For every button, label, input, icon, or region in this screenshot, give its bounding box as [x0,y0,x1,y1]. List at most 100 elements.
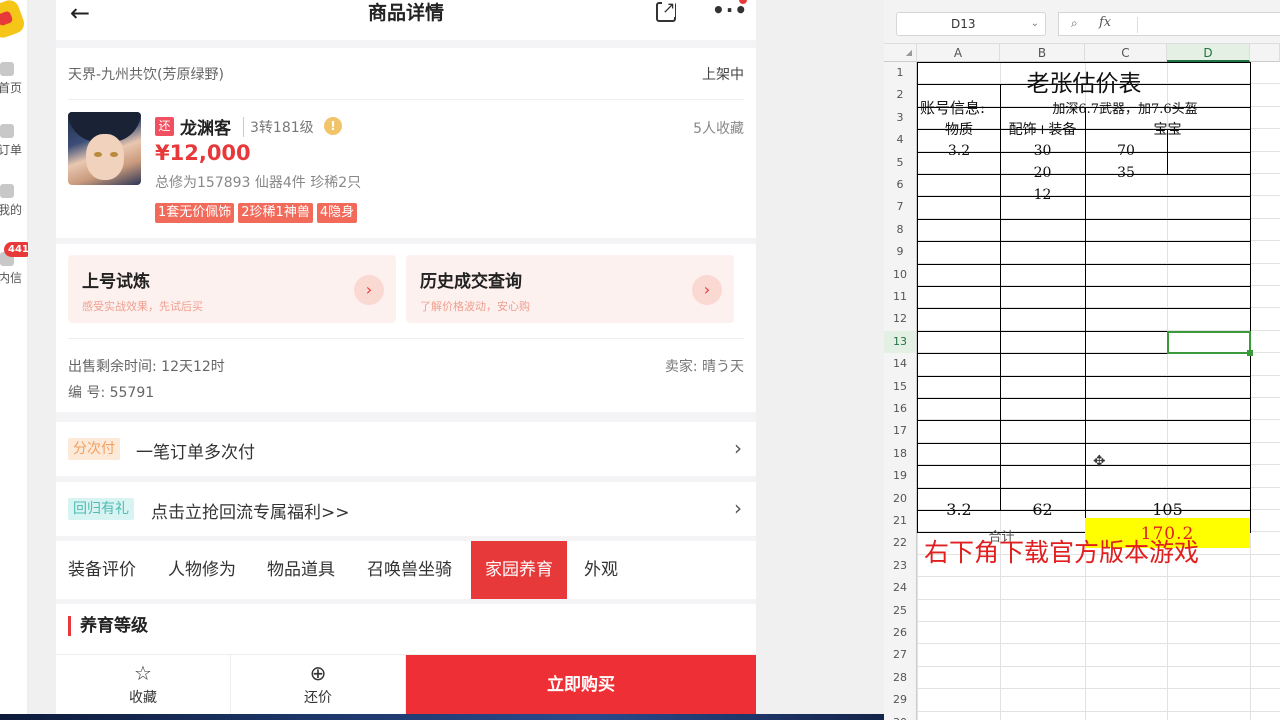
product-detail-panel: ← 商品详情 •·• 天界-九州共饮(芳原绿野) 上架中 还 龙渊客 3转181… [56,0,756,720]
header-pets[interactable]: 宝宝 [1085,119,1250,139]
cell-a4[interactable]: 3.2 [918,143,1000,159]
row-header-5[interactable]: 5 [884,151,917,174]
table-border [917,308,1251,310]
return-gift-row[interactable]: 回归有礼 点击立抢回流专属福利>> › [56,482,756,536]
row-header-29[interactable]: 29 [884,689,917,712]
installment-row[interactable]: 分次付 一笔订单多次付 › [56,422,756,476]
row-header-14[interactable]: 14 [884,353,917,376]
table-border [917,218,1251,220]
header-material[interactable]: 物质 [918,119,1000,139]
sidebar-item-label: 内信 [0,271,23,285]
column-header-d[interactable]: D [1167,44,1250,62]
trial-login-button[interactable]: 上号试炼 感受实战效果，先试后买 › [68,255,396,323]
app-logo-icon [0,0,27,41]
account-label[interactable]: 账号信息: [920,97,1000,118]
tab-appearance[interactable]: 外观 [584,541,618,599]
row-header-2[interactable]: 2 [884,84,917,107]
row-header-12[interactable]: 12 [884,308,917,331]
sidebar-item-messages[interactable]: 内信 [0,252,28,286]
row-header-11[interactable]: 11 [884,286,917,309]
cell-b6[interactable]: 12 [1000,187,1085,203]
selected-cell-d13[interactable] [1167,330,1251,355]
header-equipment[interactable]: 配饰+装备 [1000,119,1085,139]
row-header-1[interactable]: 1 [884,62,917,85]
account-info[interactable]: 加深6.7武器，加7.6头盔 [1000,98,1250,117]
row-header-22[interactable]: 22 [884,532,917,555]
cell-c4[interactable]: 70 [1085,143,1167,159]
sum-c[interactable]: 105 [1085,500,1250,519]
tab-pets-mounts[interactable]: 召唤兽坐骑 [367,541,452,599]
cell-c5[interactable]: 35 [1085,165,1167,181]
seller-name: 卖家: 晴う天 [664,359,744,375]
favorite-count: 5人收藏 [693,121,744,137]
tab-cultivation[interactable]: 人物修为 [168,541,236,599]
row-header-10[interactable]: 10 [884,263,917,286]
column-header-b[interactable]: B [1000,44,1085,62]
row-header-21[interactable]: 21 [884,510,917,533]
magnifier-icon: ⌕ [1071,16,1078,30]
row-header-16[interactable]: 16 [884,398,917,421]
grid-line [917,598,1280,600]
buy-now-button[interactable]: 立即购买 [406,655,756,715]
cell-b4[interactable]: 30 [1000,143,1085,159]
cell-b5[interactable]: 20 [1000,165,1085,181]
column-header-next[interactable] [1250,44,1280,62]
row-header-7[interactable]: 7 [884,196,917,219]
formula-input[interactable]: ⌕ fx [1058,12,1280,36]
tab-items[interactable]: 物品道具 [267,541,335,599]
cursor-crosshair-icon: ✥ [1093,452,1106,470]
row-header-20[interactable]: 20 [884,487,917,510]
favorite-button[interactable]: ☆ 收藏 [56,655,231,715]
info-icon[interactable]: ! [324,117,342,135]
row-header-24[interactable]: 24 [884,577,917,600]
row-header-26[interactable]: 26 [884,622,917,645]
row-header-9[interactable]: 9 [884,241,917,264]
select-all-corner[interactable]: ◢ [884,44,917,62]
grid-line [917,710,1280,712]
detail-tabs: 装备评价 人物修为 物品道具 召唤兽坐骑 家园养育 外观 [56,541,756,599]
history-query-button[interactable]: 历史成交查询 了解价格波动，安心购 › [406,255,734,323]
row-header-27[interactable]: 27 [884,644,917,667]
role-level: 3转181级 [243,117,314,137]
row-header-3[interactable]: 3 [884,106,917,130]
row-header-19[interactable]: 19 [884,465,917,488]
share-icon[interactable] [656,0,676,22]
name-box[interactable]: D13 ⌄ [896,12,1046,36]
tab-equipment[interactable]: 装备评价 [68,541,136,599]
grid-line [917,576,1280,578]
table-border [917,465,1251,467]
column-header-a[interactable]: A [917,44,1000,62]
sum-b[interactable]: 62 [1000,500,1085,519]
table-border [917,442,1251,444]
sidebar-item-mine[interactable]: 我的 [0,184,28,218]
table-border [917,263,1251,265]
sidebar-item-home[interactable]: 首页 [0,62,28,96]
breeding-section: 养育等级 [56,604,756,654]
row-header-15[interactable]: 15 [884,375,917,398]
tab-home-breeding[interactable]: 家园养育 [471,541,567,599]
row-header-30[interactable]: 30 [884,711,917,720]
row-header-23[interactable]: 23 [884,554,917,578]
chevron-right-icon: › [734,496,742,520]
row-header-18[interactable]: 18 [884,442,917,466]
sidebar-item-orders[interactable]: 订单 [0,124,28,158]
sum-a[interactable]: 3.2 [918,500,1000,519]
row-header-13[interactable]: 13 [884,330,917,354]
bargain-button[interactable]: ⊕ 还价 [231,655,406,715]
row-header-4[interactable]: 4 [884,129,917,152]
row-header-17[interactable]: 17 [884,420,917,443]
home-icon [0,62,14,76]
sale-remaining-time: 出售剩余时间: 12天12时 [68,359,225,375]
table-border [917,62,1251,63]
character-avatar[interactable] [68,112,141,185]
column-header-c[interactable]: C [1085,44,1167,62]
row-header-6[interactable]: 6 [884,174,917,197]
product-info-card: 天界-九州共饮(芳原绿野) 上架中 还 龙渊客 3转181级 ! 5人收藏 ¥1… [56,48,756,238]
sheet-title[interactable]: 老张估价表 [918,64,1250,98]
feature-tag: 1套无价佩饰 [155,203,235,223]
row-header-25[interactable]: 25 [884,599,917,622]
row-header-28[interactable]: 28 [884,666,917,690]
listing-status: 上架中 [702,67,744,83]
row-header-8[interactable]: 8 [884,218,917,242]
fill-handle[interactable] [1247,350,1253,357]
